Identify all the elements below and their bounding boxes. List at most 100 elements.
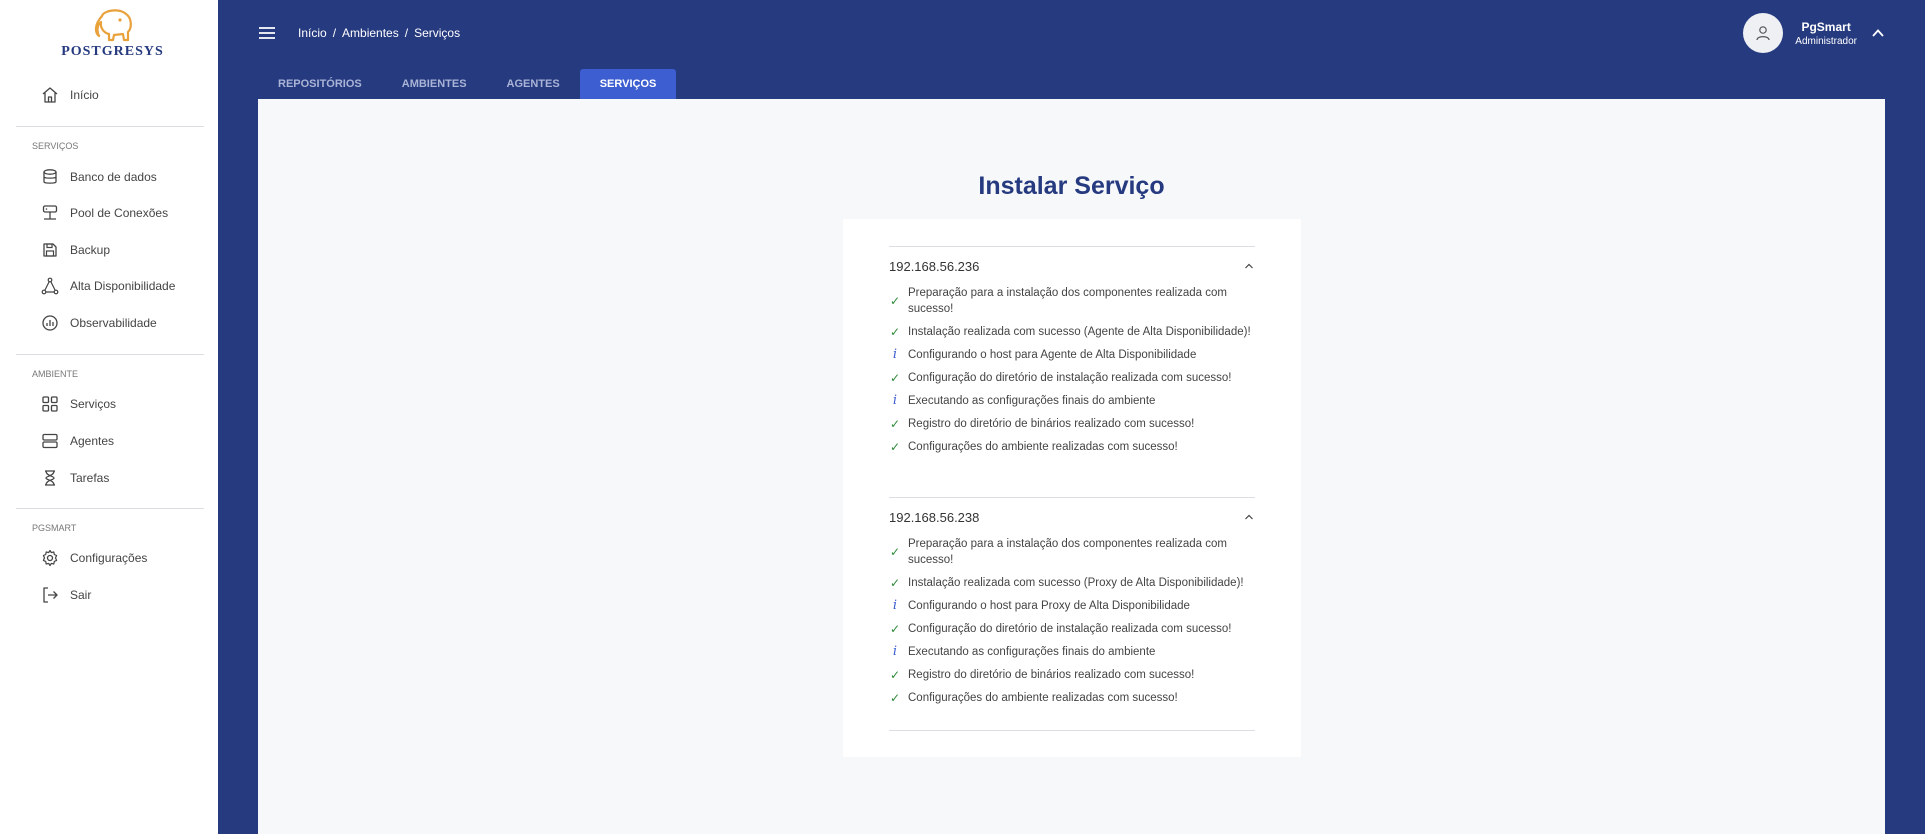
log-item: i Executando as configurações finais do a… — [889, 644, 1255, 660]
log-text: Configuração do diretório de instalação … — [908, 623, 1232, 635]
chevron-up-icon — [1245, 514, 1253, 520]
logout-icon — [40, 585, 60, 605]
sidebar-item-label: Sair — [70, 588, 92, 602]
info-icon: i — [892, 347, 898, 362]
sidebar-item-tarefas[interactable]: Tarefas — [40, 466, 109, 490]
sidebar-item-agentes[interactable]: Agentes — [40, 429, 114, 453]
check-icon: ✓ — [889, 440, 901, 454]
user-info: PgSmart Administrador — [1795, 20, 1857, 47]
log-text: Preparação para a instalação dos compone… — [908, 538, 1227, 566]
log-item: ✓ Configuração do diretório de instalação… — [889, 621, 1255, 637]
user-name: PgSmart — [1801, 19, 1851, 34]
breadcrumb-servicos[interactable]: Serviços — [414, 26, 460, 40]
log-item: ✓ Configurações do ambiente realizadas co… — [889, 439, 1255, 455]
home-icon — [40, 85, 60, 105]
check-icon: ✓ — [889, 325, 901, 339]
check-icon: ✓ — [889, 668, 901, 682]
log-text: Configurações do ambiente realizadas com… — [908, 441, 1178, 453]
log-item: ✓ Instalação realizada com sucesso (Proxy… — [889, 575, 1255, 591]
log-text: Configuração do diretório de instalação … — [908, 372, 1232, 384]
check-icon: ✓ — [889, 576, 901, 590]
sidebar-item-backup[interactable]: Backup — [40, 238, 110, 262]
sidebar-divider — [16, 508, 204, 509]
user-icon — [1756, 26, 1770, 41]
server-icon — [40, 431, 60, 451]
log-text: Configurando o host para Agente de Alta … — [908, 349, 1197, 361]
user-role: Administrador — [1795, 35, 1857, 47]
tab-bar: REPOSITÓRIOS AMBIENTES AGENTES SERVIÇOS — [258, 69, 677, 99]
tab-ambientes[interactable]: AMBIENTES — [382, 69, 487, 99]
log-item: ✓ Registro do diretório de binários reali… — [889, 667, 1255, 683]
check-icon: ✓ — [889, 622, 901, 636]
sidebar-divider — [16, 354, 204, 355]
save-icon — [40, 240, 60, 260]
sidebar-item-label: Configurações — [70, 551, 148, 565]
sidebar-item-configuracoes[interactable]: Configurações — [40, 546, 147, 570]
sidebar-divider — [16, 126, 204, 127]
chevron-up-icon[interactable] — [1871, 26, 1885, 40]
log-item: ✓ Configuração do diretório de instalação… — [889, 370, 1255, 386]
chart-circle-icon — [40, 313, 60, 333]
log-text: Executando as configurações finais do am… — [908, 646, 1156, 658]
sidebar-item-sair[interactable]: Sair — [40, 583, 91, 607]
breadcrumb-separator: / — [404, 26, 409, 40]
sidebar-item-label: Início — [70, 88, 99, 102]
log-item: ✓ Preparação para a instalação dos compon… — [889, 536, 1255, 568]
elephant-logo-icon — [94, 9, 132, 42]
check-icon: ✓ — [889, 294, 901, 308]
log-text: Executando as configurações finais do am… — [908, 395, 1156, 407]
tab-repositorios[interactable]: REPOSITÓRIOS — [258, 69, 382, 99]
host-panel-header[interactable]: 192.168.56.238 — [889, 498, 1255, 536]
log-text: Configurando o host para Proxy de Alta D… — [908, 600, 1190, 612]
sidebar-item-servicos[interactable]: Serviços — [40, 392, 116, 416]
log-item: i Configurando o host para Agente de Alta… — [889, 347, 1255, 363]
tab-agentes[interactable]: AGENTES — [487, 69, 580, 99]
info-icon: i — [892, 644, 898, 659]
sidebar-item-alta-disponibilidade[interactable]: Alta Disponibilidade — [40, 274, 175, 298]
log-item: ✓ Instalação realizada com sucesso (Agent… — [889, 324, 1255, 340]
log-item: ✓ Preparação para a instalação dos compon… — [889, 285, 1255, 317]
log-item: ✓ Configurações do ambiente realizadas co… — [889, 690, 1255, 706]
sidebar-item-pool-de-conexoes[interactable]: Pool de Conexões — [40, 201, 168, 225]
panel-divider — [889, 730, 1255, 731]
log-text: Registro do diretório de binários realiz… — [908, 669, 1195, 681]
log-item: i Executando as configurações finais do a… — [889, 393, 1255, 409]
sidebar-item-label: Pool de Conexões — [70, 206, 169, 220]
main-area: Início / Ambientes / Serviços PgSmart Ad… — [218, 0, 1925, 834]
sidebar-item-label: Banco de dados — [70, 170, 157, 184]
avatar[interactable] — [1743, 13, 1784, 53]
host-panel-header[interactable]: 192.168.56.236 — [889, 247, 1255, 285]
breadcrumb-separator: / — [332, 26, 337, 40]
sidebar-item-inicio[interactable]: Início — [40, 83, 99, 107]
host-panel: 192.168.56.236 ✓ Preparação para a instal… — [889, 246, 1255, 462]
sidebar-item-label: Tarefas — [70, 471, 110, 485]
log-item: ✓ Registro do diretório de binários reali… — [889, 416, 1255, 432]
section-title-pgsmart: PGSMART — [32, 523, 77, 533]
info-icon: i — [892, 393, 898, 408]
check-icon: ✓ — [889, 417, 901, 431]
section-title-ambiente: AMBIENTE — [32, 369, 79, 379]
sidebar-item-label: Agentes — [70, 434, 115, 448]
sidebar-item-label: Backup — [70, 243, 111, 257]
chevron-up-icon — [1245, 263, 1253, 269]
postgresys-logo[interactable]: POSTGRESYS — [40, 8, 185, 60]
user-menu[interactable]: PgSmart Administrador — [1743, 13, 1885, 53]
sidebar-item-observabilidade[interactable]: Observabilidade — [40, 311, 157, 335]
gear-icon — [40, 548, 60, 568]
section-title-servicos: SERVIÇOS — [32, 141, 79, 151]
sidebar-item-label: Alta Disponibilidade — [70, 279, 176, 293]
sidebar-item-banco-de-dados[interactable]: Banco de dados — [40, 165, 157, 189]
tab-servicos[interactable]: SERVIÇOS — [579, 69, 677, 99]
menu-icon[interactable] — [258, 24, 276, 42]
breadcrumb-inicio[interactable]: Início — [298, 26, 327, 40]
logo-text: POSTGRESYS — [61, 44, 164, 59]
check-icon: ✓ — [889, 691, 901, 705]
install-card: 192.168.56.236 ✓ Preparação para a instal… — [843, 219, 1301, 757]
hourglass-icon — [40, 468, 60, 488]
info-icon: i — [892, 598, 898, 613]
log-text: Configurações do ambiente realizadas com… — [908, 692, 1178, 704]
host-ip: 192.168.56.236 — [889, 258, 980, 274]
host-ip: 192.168.56.238 — [889, 509, 980, 525]
breadcrumb-ambientes[interactable]: Ambientes — [342, 26, 399, 40]
log-item: i Configurando o host para Proxy de Alta … — [889, 598, 1255, 614]
